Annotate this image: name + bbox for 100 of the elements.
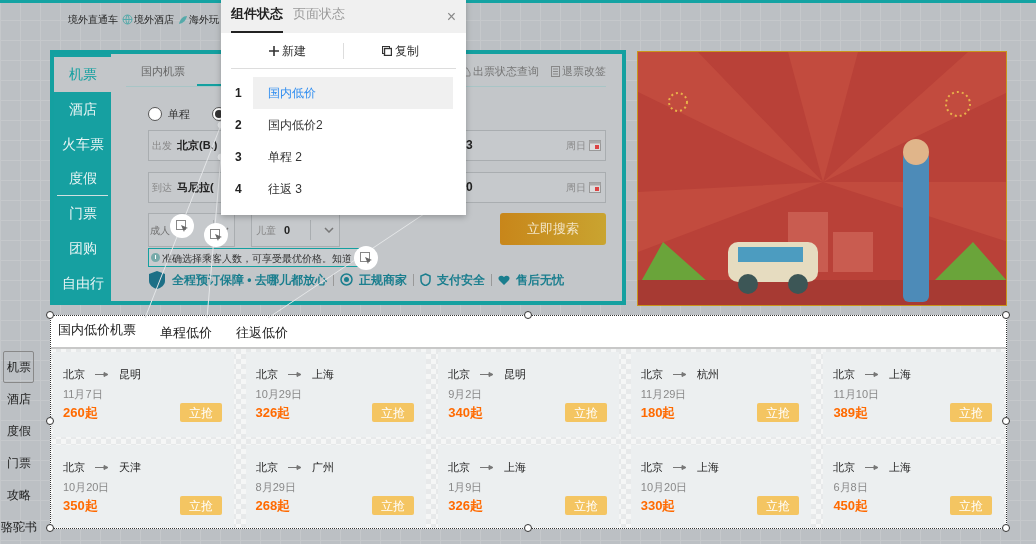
shield-icon: [419, 273, 431, 286]
flight-tab[interactable]: 国内机票: [141, 63, 185, 80]
destination-city: 昆明: [119, 367, 141, 382]
travel-date: 10月29日: [255, 386, 304, 402]
destination-city: 上海: [696, 460, 719, 475]
deal-card[interactable]: 北京 上海 10月20日 330起 立抢: [630, 445, 812, 527]
price-text: 326起: [448, 497, 483, 515]
arrow-right-icon: [95, 371, 109, 377]
arrow-right-icon: [480, 371, 495, 377]
resize-handle[interactable]: [1002, 524, 1010, 532]
resize-handle[interactable]: [1002, 311, 1010, 319]
travel-date: 8月29日: [255, 479, 297, 495]
price-text: 389起: [833, 404, 869, 422]
resize-handle[interactable]: [1002, 417, 1010, 425]
action-button[interactable]: 复制: [344, 41, 456, 60]
travel-date: 11月10日: [833, 386, 881, 402]
price-text: 450起: [833, 497, 869, 515]
price-text: 326起: [255, 404, 291, 422]
destination-city: 上海: [504, 460, 527, 475]
origin-city: 北京: [255, 460, 278, 475]
chevron-down-icon: [324, 227, 334, 233]
deal-tab[interactable]: 国内低价机票: [58, 320, 136, 340]
side-nav-item[interactable]: 攻略: [3, 479, 34, 511]
field-label: 出发: [152, 138, 172, 153]
copy-icon: [381, 45, 392, 56]
state-number: 2: [235, 117, 243, 134]
price-text: 268起: [255, 497, 291, 515]
destination-city: 上海: [889, 460, 912, 475]
select-label: 儿童: [256, 223, 276, 238]
deal-card[interactable]: 北京 上海 10月29日 326起 立抢: [245, 352, 427, 437]
state-number: 4: [235, 181, 243, 198]
travel-date: 1月9日: [448, 479, 484, 495]
plus-icon: [268, 45, 279, 56]
deal-card[interactable]: 北京 广州 8月29日 268起 立抢: [245, 445, 427, 527]
deal-card[interactable]: 北京 昆明 11月7日 260起 立抢: [53, 352, 234, 437]
destination-city: 上海: [889, 367, 912, 382]
deal-card[interactable]: 北京 上海 1月9日 326起 立抢: [438, 445, 619, 527]
arrow-right-icon: [672, 371, 687, 377]
destination-city: 昆明: [504, 367, 527, 382]
leaf-icon: [178, 14, 188, 25]
state-item[interactable]: 往返 3: [253, 173, 453, 205]
arrow-right-icon: [95, 464, 109, 470]
arrow-right-icon: [672, 464, 687, 470]
origin-city: 北京: [640, 367, 663, 382]
destination-city: 天津: [119, 460, 141, 475]
deal-tab[interactable]: 往返低价: [236, 323, 288, 343]
price-text: 340起: [448, 404, 483, 422]
field-value: 马尼拉(: [177, 179, 214, 195]
arrow-right-icon: [865, 371, 880, 377]
globe-icon: [122, 14, 133, 25]
popup-tab[interactable]: 组件状态: [231, 3, 283, 33]
calendar-icon: [589, 139, 601, 151]
resize-handle[interactable]: [46, 417, 54, 425]
top-nav-link[interactable]: 海外玩: [189, 12, 219, 27]
guarantee-text: 支付安全: [436, 271, 485, 289]
travel-date: 11月7日: [63, 386, 104, 402]
origin-city: 北京: [63, 460, 85, 475]
side-nav-item[interactable]: 酒店: [3, 383, 34, 415]
resize-handle[interactable]: [524, 311, 532, 319]
origin-city: 北京: [833, 460, 856, 475]
top-nav-link[interactable]: 境外直通车: [68, 12, 118, 27]
travel-date: 6月8日: [833, 479, 869, 495]
side-nav-item[interactable]: 门票: [3, 447, 34, 479]
field-value: 北京(B.): [177, 137, 218, 153]
side-nav-item[interactable]: 度假: [3, 415, 34, 447]
deal-card[interactable]: 北京 杭州 11月29日 180起 立抢: [630, 352, 812, 437]
side-nav-item[interactable]: 骆驼书: [3, 511, 34, 543]
state-number: 1: [235, 85, 243, 102]
deal-tab[interactable]: 单程低价: [160, 323, 212, 343]
action-button[interactable]: 新建: [231, 41, 343, 60]
deal-card[interactable]: 北京 天津 10月20日 350起 立抢: [53, 445, 234, 527]
origin-city: 北京: [448, 367, 471, 382]
child-select[interactable]: 儿童 0: [251, 213, 340, 247]
shield-icon: [148, 269, 166, 290]
origin-city: 北京: [833, 367, 856, 382]
destination-city: 广州: [311, 460, 334, 475]
guarantee-text: 全程预订保障 • 去哪儿都放心: [172, 271, 327, 289]
deal-card[interactable]: 北京 上海 11月10日 389起 立抢: [823, 352, 1004, 437]
state-item[interactable]: 国内低价2: [253, 109, 453, 141]
deal-card[interactable]: 北京 昆明 9月2日 340起 立抢: [438, 352, 619, 437]
calendar-icon: [589, 181, 601, 193]
cursor-icon: [175, 219, 189, 233]
side-nav-item[interactable]: 机票: [3, 351, 34, 383]
resize-handle[interactable]: [46, 524, 54, 532]
origin-city: 北京: [255, 367, 278, 382]
date-value: 0: [466, 179, 473, 196]
top-nav-link[interactable]: 境外酒店: [134, 12, 174, 27]
date-value: 3: [466, 137, 473, 154]
guarantee-text: 正规商家: [358, 271, 407, 289]
info-icon: [151, 252, 160, 262]
resize-handle[interactable]: [524, 524, 532, 532]
state-item[interactable]: 单程 2: [253, 141, 453, 173]
resize-handle[interactable]: [46, 311, 54, 319]
travel-date: 10月20日: [63, 479, 111, 495]
arrow-right-icon: [865, 464, 880, 470]
radio-button[interactable]: [148, 107, 162, 122]
select-value: 0: [284, 222, 291, 238]
deal-card[interactable]: 北京 上海 6月8日 450起 立抢: [823, 445, 1004, 527]
price-text: 180起: [640, 404, 676, 422]
arrow-right-icon: [480, 464, 495, 470]
